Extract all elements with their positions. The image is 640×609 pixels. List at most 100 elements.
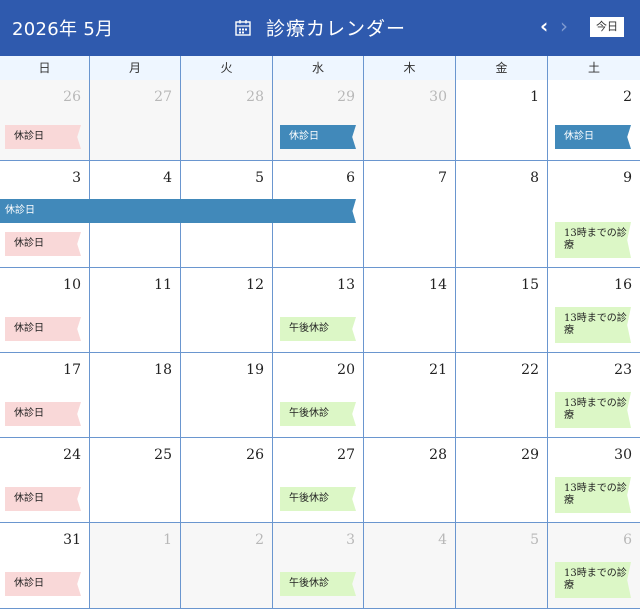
day-number: 3: [72, 170, 81, 186]
day-number: 24: [63, 447, 81, 463]
event-afternoon-closed[interactable]: 午後休診: [280, 317, 356, 341]
day-number: 1: [530, 89, 539, 105]
event-closed[interactable]: 休診日: [5, 487, 81, 511]
day-number: 11: [154, 277, 172, 293]
day-number: 2: [255, 532, 264, 548]
day-cell[interactable]: 3: [273, 523, 364, 609]
day-number: 9: [623, 170, 632, 186]
day-cell[interactable]: 15: [456, 268, 548, 353]
day-number: 2: [623, 89, 632, 105]
day-number: 10: [63, 277, 81, 293]
day-cell[interactable]: 5: [456, 523, 548, 609]
weekday-wed: 水: [273, 56, 364, 80]
event-closed-multiday[interactable]: 休診日: [0, 199, 356, 223]
day-number: 6: [346, 170, 355, 186]
day-number: 15: [521, 277, 539, 293]
day-number: 16: [614, 277, 632, 293]
day-cell[interactable]: 27: [90, 80, 181, 161]
day-number: 28: [246, 89, 264, 105]
day-number: 5: [255, 170, 264, 186]
day-number: 17: [63, 362, 81, 378]
day-number: 12: [246, 277, 264, 293]
day-number: 31: [63, 532, 81, 548]
day-number: 27: [154, 89, 172, 105]
next-month-button[interactable]: ›: [560, 16, 568, 36]
day-number: 29: [337, 89, 355, 105]
day-number: 8: [530, 170, 539, 186]
day-number: 5: [530, 532, 539, 548]
event-closed[interactable]: 休診日: [5, 402, 81, 426]
day-cell[interactable]: 12: [181, 268, 273, 353]
event-until-13[interactable]: 13時までの診療: [555, 477, 631, 513]
today-button[interactable]: 今日: [590, 17, 624, 37]
day-number: 4: [163, 170, 172, 186]
day-number: 7: [438, 170, 447, 186]
day-cell[interactable]: 26: [181, 438, 273, 523]
day-number: 21: [429, 362, 447, 378]
calendar-header: 2026年 5月 診療カレンダー ‹ › 今日: [0, 0, 640, 56]
weekday-sun: 日: [0, 56, 90, 80]
day-cell[interactable]: 14: [364, 268, 456, 353]
weekday-tue: 火: [181, 56, 273, 80]
day-cell[interactable]: 2: [181, 523, 273, 609]
day-number: 4: [438, 532, 447, 548]
day-number: 6: [623, 532, 632, 548]
current-month: 2026年 5月: [12, 19, 114, 40]
page-title: 診療カレンダー: [266, 18, 407, 40]
day-cell[interactable]: 4: [364, 523, 456, 609]
weekday-mon: 月: [90, 56, 181, 80]
day-cell[interactable]: 11: [90, 268, 181, 353]
event-afternoon-closed[interactable]: 午後休診: [280, 487, 356, 511]
day-number: 14: [429, 277, 447, 293]
day-cell[interactable]: 8: [456, 161, 548, 268]
day-cell[interactable]: 30: [364, 80, 456, 161]
day-cell[interactable]: 1: [90, 523, 181, 609]
event-afternoon-closed[interactable]: 午後休診: [280, 402, 356, 426]
prev-month-button[interactable]: ‹: [540, 16, 548, 36]
day-cell[interactable]: 7: [364, 161, 456, 268]
day-number: 27: [337, 447, 355, 463]
day-number: 30: [614, 447, 632, 463]
day-number: 18: [154, 362, 172, 378]
event-closed[interactable]: 休診日: [5, 232, 81, 256]
day-cell[interactable]: 28: [364, 438, 456, 523]
event-closed[interactable]: 休診日: [5, 572, 81, 596]
day-cell[interactable]: 22: [456, 353, 548, 438]
day-number: 28: [429, 447, 447, 463]
event-afternoon-closed[interactable]: 午後休診: [280, 572, 356, 596]
day-number: 19: [246, 362, 264, 378]
day-cell[interactable]: 21: [364, 353, 456, 438]
event-until-13[interactable]: 13時までの診療: [555, 392, 631, 428]
weekday-sat: 土: [587, 61, 600, 75]
day-cell[interactable]: 29: [456, 438, 548, 523]
weekday-thu: 木: [364, 56, 456, 80]
day-cell[interactable]: 1: [456, 80, 548, 161]
day-number: 20: [337, 362, 355, 378]
event-closed[interactable]: 休診日: [555, 125, 631, 149]
event-closed[interactable]: 休診日: [5, 317, 81, 341]
day-cell[interactable]: 18: [90, 353, 181, 438]
event-until-13[interactable]: 13時までの診療: [555, 222, 631, 258]
weekday-fri: 金: [456, 56, 548, 80]
day-number: 26: [246, 447, 264, 463]
day-cell[interactable]: 31: [0, 523, 90, 609]
day-number: 22: [521, 362, 539, 378]
day-cell[interactable]: 28: [181, 80, 273, 161]
title-group: 診療カレンダー: [234, 14, 406, 41]
day-number: 3: [346, 532, 355, 548]
day-number: 23: [614, 362, 632, 378]
event-until-13[interactable]: 13時までの診療: [555, 562, 631, 598]
day-cell[interactable]: 25: [90, 438, 181, 523]
event-closed[interactable]: 休診日: [280, 125, 356, 149]
day-number: 13: [337, 277, 355, 293]
weekday-header-row: 日 月 火 水 木 金 土: [0, 56, 640, 81]
day-number: 26: [63, 89, 81, 105]
calendar-icon: [234, 19, 252, 37]
day-number: 30: [429, 89, 447, 105]
event-until-13[interactable]: 13時までの診療: [555, 307, 631, 343]
day-number: 1: [163, 532, 172, 548]
day-number: 25: [154, 447, 172, 463]
day-cell[interactable]: 19: [181, 353, 273, 438]
day-number: 29: [521, 447, 539, 463]
event-closed[interactable]: 休診日: [5, 125, 81, 149]
